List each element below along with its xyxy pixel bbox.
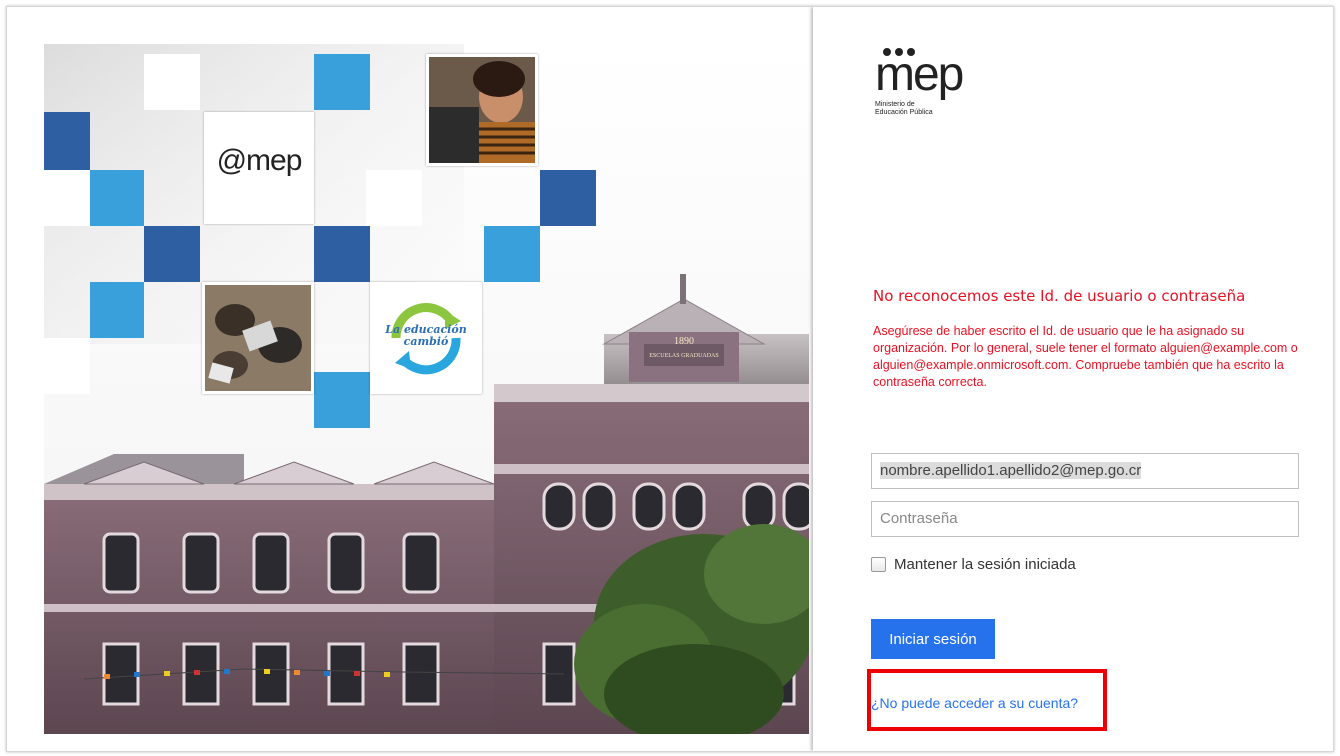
logo-word: mep bbox=[875, 48, 964, 101]
campaign-logo-tile: La educación cambió bbox=[370, 282, 482, 394]
building-sign-year: 1890 bbox=[674, 336, 694, 347]
password-input[interactable]: Contraseña bbox=[871, 501, 1299, 537]
mep-badge-tile: @mep bbox=[204, 112, 314, 224]
classroom-photo-tile bbox=[202, 282, 314, 394]
user-id-value: nombre.apellido1.apellido2@mep.go.cr bbox=[880, 462, 1142, 479]
remember-me[interactable]: Mantener la sesión iniciada bbox=[871, 556, 1076, 573]
login-panel: mep Ministerio de Educación Pública No r… bbox=[813, 7, 1333, 751]
error-title: No reconocemos este Id. de usuario o con… bbox=[873, 287, 1246, 305]
student-photo bbox=[429, 57, 535, 163]
classroom-photo bbox=[205, 285, 311, 391]
remember-me-checkbox[interactable] bbox=[871, 557, 886, 572]
student-photo-tile bbox=[426, 54, 538, 166]
hero-illustration: @mep La educación cambió 1890 ESCUELAS G… bbox=[44, 44, 809, 734]
building-sign: 1890 ESCUELAS GRADUADAS bbox=[644, 336, 724, 360]
logo-subtitle-line1: Ministerio de bbox=[875, 101, 915, 108]
logo-subtitle-line2: Educación Pública bbox=[875, 109, 933, 116]
campaign-logo-text: La educación cambió bbox=[385, 323, 467, 348]
user-id-input[interactable]: nombre.apellido1.apellido2@mep.go.cr bbox=[871, 453, 1299, 489]
cant-access-link[interactable]: ¿No puede acceder a su cuenta? bbox=[871, 695, 1078, 711]
signin-button[interactable]: Iniciar sesión bbox=[871, 619, 995, 659]
error-message: Asegúrese de haber escrito el Id. de usu… bbox=[873, 324, 1298, 389]
building-sign-text: ESCUELAS GRADUADAS bbox=[649, 353, 719, 359]
logo-subtitle: Ministerio de Educación Pública bbox=[875, 101, 965, 117]
remember-me-label: Mantener la sesión iniciada bbox=[894, 556, 1076, 573]
mep-logo: mep Ministerio de Educación Pública bbox=[875, 47, 965, 117]
mep-badge-text: @mep bbox=[216, 144, 303, 177]
login-window: @mep La educación cambió 1890 ESCUELAS G… bbox=[6, 6, 1334, 752]
